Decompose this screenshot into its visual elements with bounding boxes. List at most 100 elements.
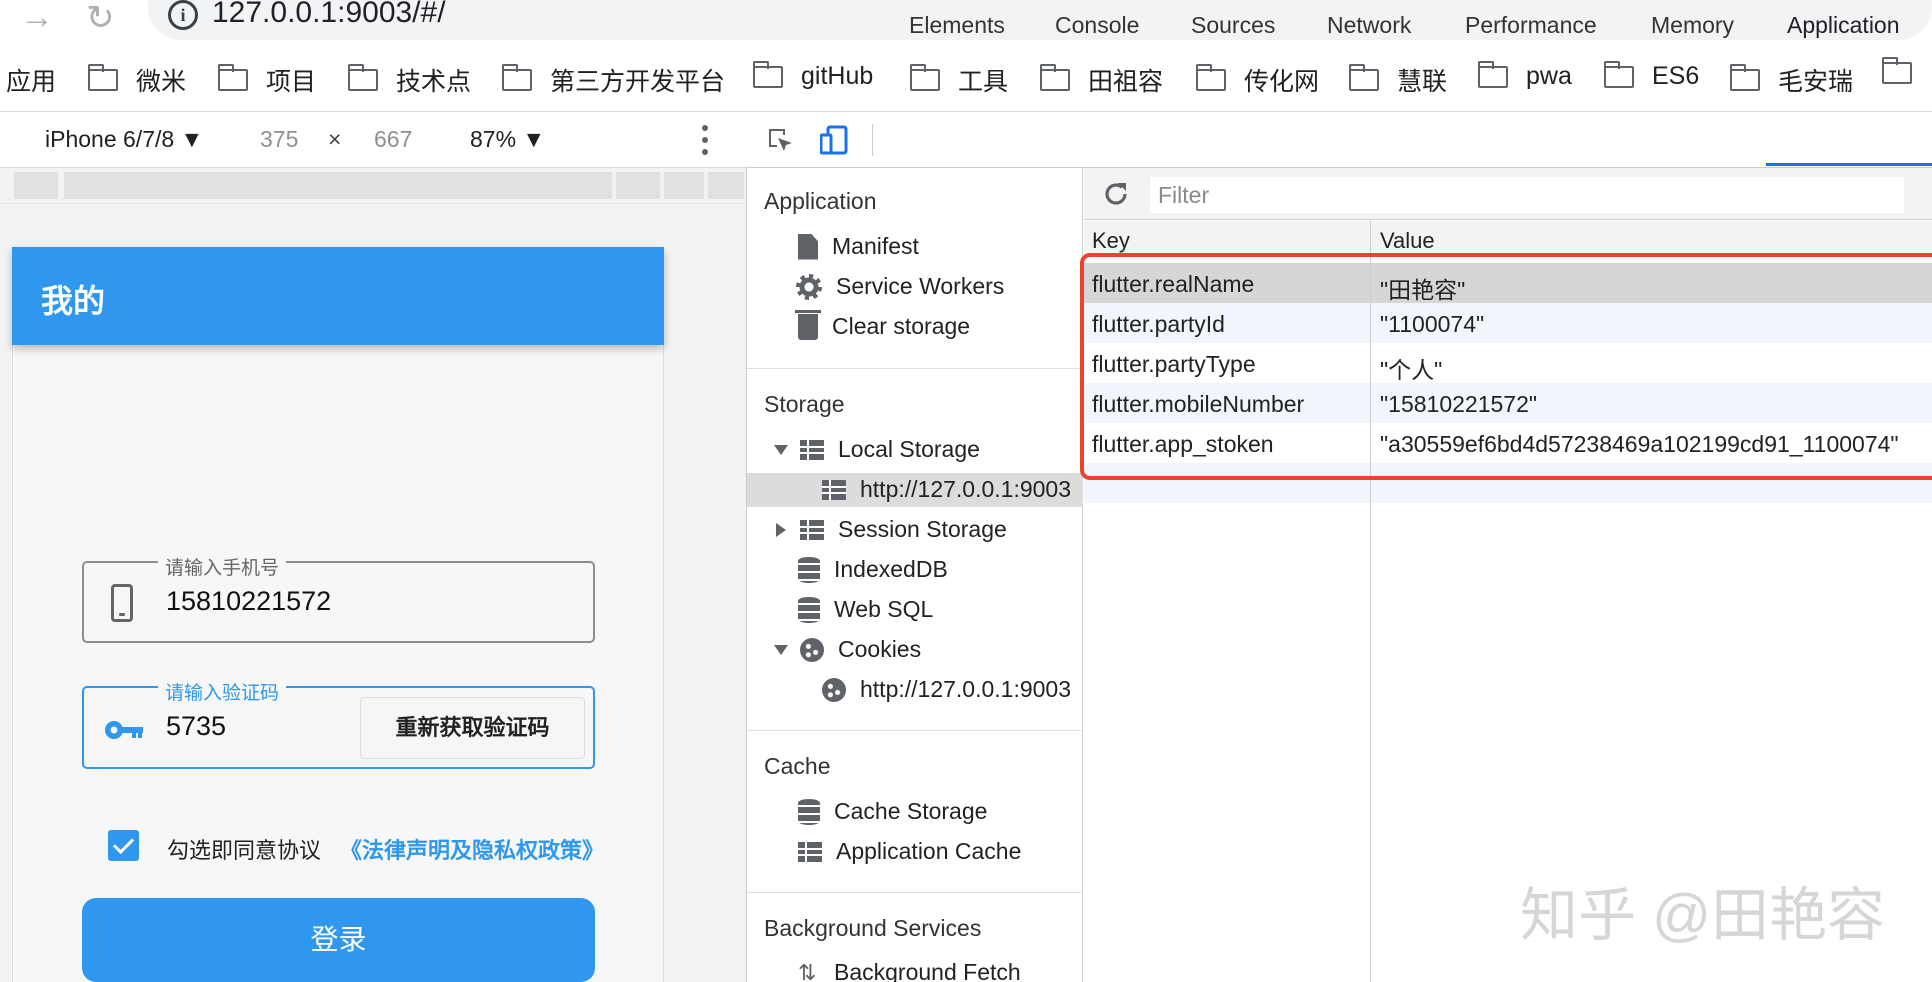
phone-input[interactable]: 15810221572: [166, 586, 331, 617]
folder-icon: [752, 60, 783, 88]
bookmark-folder[interactable]: 田祖容: [1039, 62, 1164, 98]
tab-console[interactable]: Console: [1055, 12, 1139, 39]
sidebar-item-label: IndexedDB: [834, 556, 948, 582]
resend-code-button[interactable]: 重新获取验证码: [360, 697, 585, 759]
code-input[interactable]: 5735: [166, 711, 226, 742]
sidebar-item-label: Cookies: [838, 636, 922, 662]
sidebar-item-cookies-origin[interactable]: http://127.0.0.1:9003: [822, 676, 1071, 703]
bookmark-folder[interactable]: pwa: [1477, 60, 1572, 91]
watermark: 知乎 @田艳容: [1520, 883, 1885, 948]
expand-down-icon[interactable]: [774, 644, 788, 655]
sidebar-divider: [747, 730, 1083, 731]
tab-memory[interactable]: Memory: [1651, 12, 1734, 39]
sidebar-item-label: Background Fetch: [834, 959, 1021, 982]
annotation-highlight-box: [1080, 253, 1932, 480]
column-header-value[interactable]: Value: [1380, 228, 1435, 254]
bookmark-folder[interactable]: 微米: [87, 62, 186, 98]
dimension-times: ×: [328, 126, 342, 152]
sidebar-item-cache-storage[interactable]: Cache Storage: [798, 798, 987, 825]
media-query-ruler[interactable]: [0, 168, 746, 204]
zoom-select[interactable]: 87% ▼: [470, 126, 545, 153]
bookmark-label: 技术点: [396, 68, 472, 96]
agree-text: 勾选即同意协议: [167, 838, 322, 863]
sidebar-item-clear-storage[interactable]: Clear storage: [795, 309, 971, 340]
sidebar-item-local-storage-origin[interactable]: http://127.0.0.1:9003: [822, 476, 1071, 503]
tab-sources[interactable]: Sources: [1191, 12, 1275, 39]
sidebar-item-service-workers[interactable]: Service Workers: [796, 273, 1004, 300]
sidebar-item-local-storage[interactable]: Local Storage: [774, 436, 980, 463]
bookmark-folder[interactable]: 传化网: [1195, 62, 1320, 98]
ruler-segment[interactable]: [64, 172, 612, 199]
filter-input[interactable]: [1150, 177, 1904, 213]
info-icon[interactable]: i: [168, 0, 198, 30]
agree-checkbox[interactable]: [108, 830, 139, 861]
bookmark-label: 田祖容: [1088, 68, 1164, 96]
grid-icon: [800, 519, 824, 540]
bookmark-folder[interactable]: 项目: [217, 62, 316, 98]
bookmark-folder[interactable]: 第三方开发平台: [501, 62, 726, 98]
bookmark-label: 传化网: [1244, 68, 1320, 96]
forward-icon[interactable]: →: [20, 0, 54, 37]
column-header-key[interactable]: Key: [1092, 228, 1130, 254]
bookmark-folder[interactable]: 技术点: [347, 62, 472, 98]
bookmark-label: 工具: [958, 68, 1009, 96]
bookmark-folder[interactable]: 毛安瑞: [1729, 62, 1854, 98]
sidebar-item-session-storage[interactable]: Session Storage: [774, 516, 1007, 543]
expand-right-icon[interactable]: [776, 522, 786, 537]
policy-link[interactable]: 《法律声明及隐私权政策》: [340, 833, 596, 865]
inspect-element-icon[interactable]: [766, 126, 794, 154]
trash-icon: [795, 309, 821, 340]
login-button[interactable]: 登录: [82, 898, 595, 982]
device-width[interactable]: 375: [260, 126, 298, 153]
tab-elements[interactable]: Elements: [909, 12, 1005, 39]
toolbar-divider: [872, 124, 873, 156]
url-text[interactable]: 127.0.0.1:9003/#/: [212, 0, 446, 30]
sidebar-divider: [747, 368, 1083, 369]
bookmark-apps[interactable]: 应用: [6, 62, 56, 98]
cookie-icon: [800, 637, 824, 662]
sidebar-item-indexeddb[interactable]: IndexedDB: [798, 556, 948, 583]
bookmark-label: 第三方开发平台: [550, 68, 726, 96]
sidebar-item-label: Service Workers: [836, 273, 1005, 299]
sidebar-item-label: http://127.0.0.1:9003: [860, 476, 1072, 502]
bookmark-folder[interactable]: gitHub: [752, 60, 873, 91]
expand-down-icon[interactable]: [774, 444, 788, 455]
reload-icon[interactable]: ↻: [86, 0, 115, 38]
cookie-icon: [822, 677, 846, 702]
sidebar-item-application-cache[interactable]: Application Cache: [798, 838, 1021, 865]
bookmark-folder[interactable]: ES6: [1603, 60, 1699, 91]
sidebar-header-storage: Storage: [764, 391, 845, 417]
sidebar-item-cookies[interactable]: Cookies: [774, 636, 921, 663]
sidebar-item-label: Clear storage: [832, 313, 971, 339]
bookmark-label: 慧联: [1397, 68, 1448, 96]
tab-network[interactable]: Network: [1327, 12, 1411, 39]
device-select[interactable]: iPhone 6/7/8 ▼: [45, 126, 203, 153]
gear-icon: [796, 273, 822, 300]
bookmark-label: 毛安瑞: [1778, 68, 1854, 96]
ruler-segment[interactable]: [616, 172, 660, 199]
ruler-segment[interactable]: [664, 172, 704, 199]
refresh-icon[interactable]: [1102, 180, 1130, 208]
ruler-segment[interactable]: [708, 172, 744, 199]
device-height[interactable]: 667: [374, 126, 412, 153]
table-header: [1084, 221, 1932, 257]
device-toolbar-icon[interactable]: [820, 125, 848, 155]
sidebar-item-background-fetch[interactable]: ⇅ Background Fetch: [798, 959, 1021, 982]
sidebar-item-label: Application Cache: [836, 838, 1022, 864]
bookmark-folder[interactable]: [1881, 57, 1930, 84]
sidebar-item-label: Local Storage: [838, 436, 980, 462]
sidebar-header-background-services: Background Services: [764, 915, 982, 941]
bookmark-folder[interactable]: 慧联: [1348, 62, 1448, 98]
grid-icon: [800, 439, 824, 460]
more-options-icon[interactable]: [702, 125, 708, 155]
sidebar-header-application: Application: [764, 188, 877, 214]
bookmark-folder[interactable]: 工具: [909, 62, 1009, 98]
tab-application[interactable]: Application: [1787, 12, 1900, 39]
bookmark-label: pwa: [1526, 62, 1572, 90]
folder-icon: [87, 64, 118, 91]
sidebar-item-manifest[interactable]: Manifest: [798, 233, 919, 260]
ruler-segment[interactable]: [14, 172, 58, 199]
sidebar-item-websql[interactable]: Web SQL: [798, 596, 933, 623]
device-toolbar: iPhone 6/7/8 ▼ 375 × 667 87% ▼: [0, 113, 746, 168]
tab-performance[interactable]: Performance: [1465, 12, 1597, 39]
